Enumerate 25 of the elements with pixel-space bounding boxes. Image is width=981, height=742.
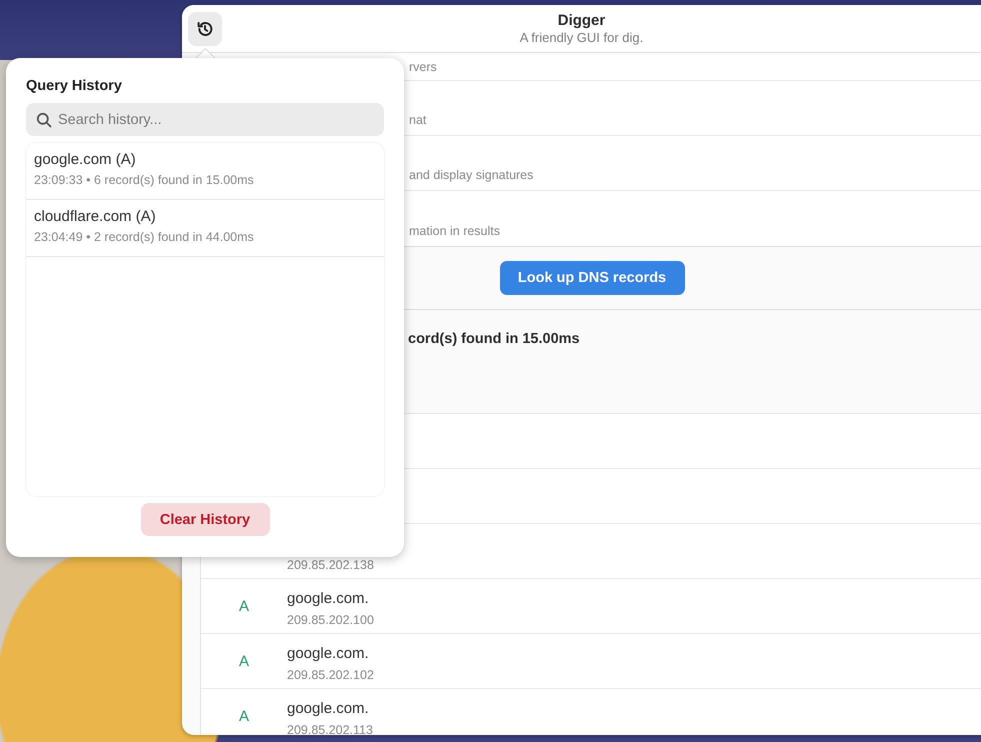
record-type: A <box>238 652 249 670</box>
history-item[interactable]: cloudflare.com (A) 23:04:49 • 2 record(s) found in 44.00ms <box>26 200 384 257</box>
setting-description: rvers <box>409 60 437 74</box>
record-name: google.com. <box>287 645 369 662</box>
lookup-button[interactable]: Look up DNS records <box>500 261 684 295</box>
setting-description: mation in results <box>409 224 500 238</box>
setting-description: nat <box>409 113 426 127</box>
record-address: 209.85.202.138 <box>287 558 374 572</box>
search-field[interactable]: Search history... <box>26 103 384 136</box>
record-type: A <box>238 708 249 724</box>
record-name: google.com. <box>287 700 369 717</box>
window-subtitle: A friendly GUI for dig. <box>518 30 644 45</box>
record-address: 209.85.202.113 <box>287 723 373 735</box>
record-address: 209.85.202.100 <box>287 613 374 627</box>
record-address: 209.85.202.102 <box>287 668 374 682</box>
record-name: google.com. <box>287 590 369 607</box>
record-type: A <box>238 598 249 614</box>
popover-title: Query History <box>26 78 123 96</box>
results-summary: cord(s) found in 15.00ms <box>408 331 580 347</box>
history-button[interactable] <box>188 12 222 46</box>
clear-history-button[interactable]: Clear History <box>140 503 270 536</box>
window-title: Digger <box>556 12 606 29</box>
history-item[interactable]: google.com (A) 23:09:33 • 6 record(s) found in 15.00ms <box>26 143 384 200</box>
history-icon <box>196 20 214 38</box>
setting-description: and display signatures <box>409 168 534 182</box>
